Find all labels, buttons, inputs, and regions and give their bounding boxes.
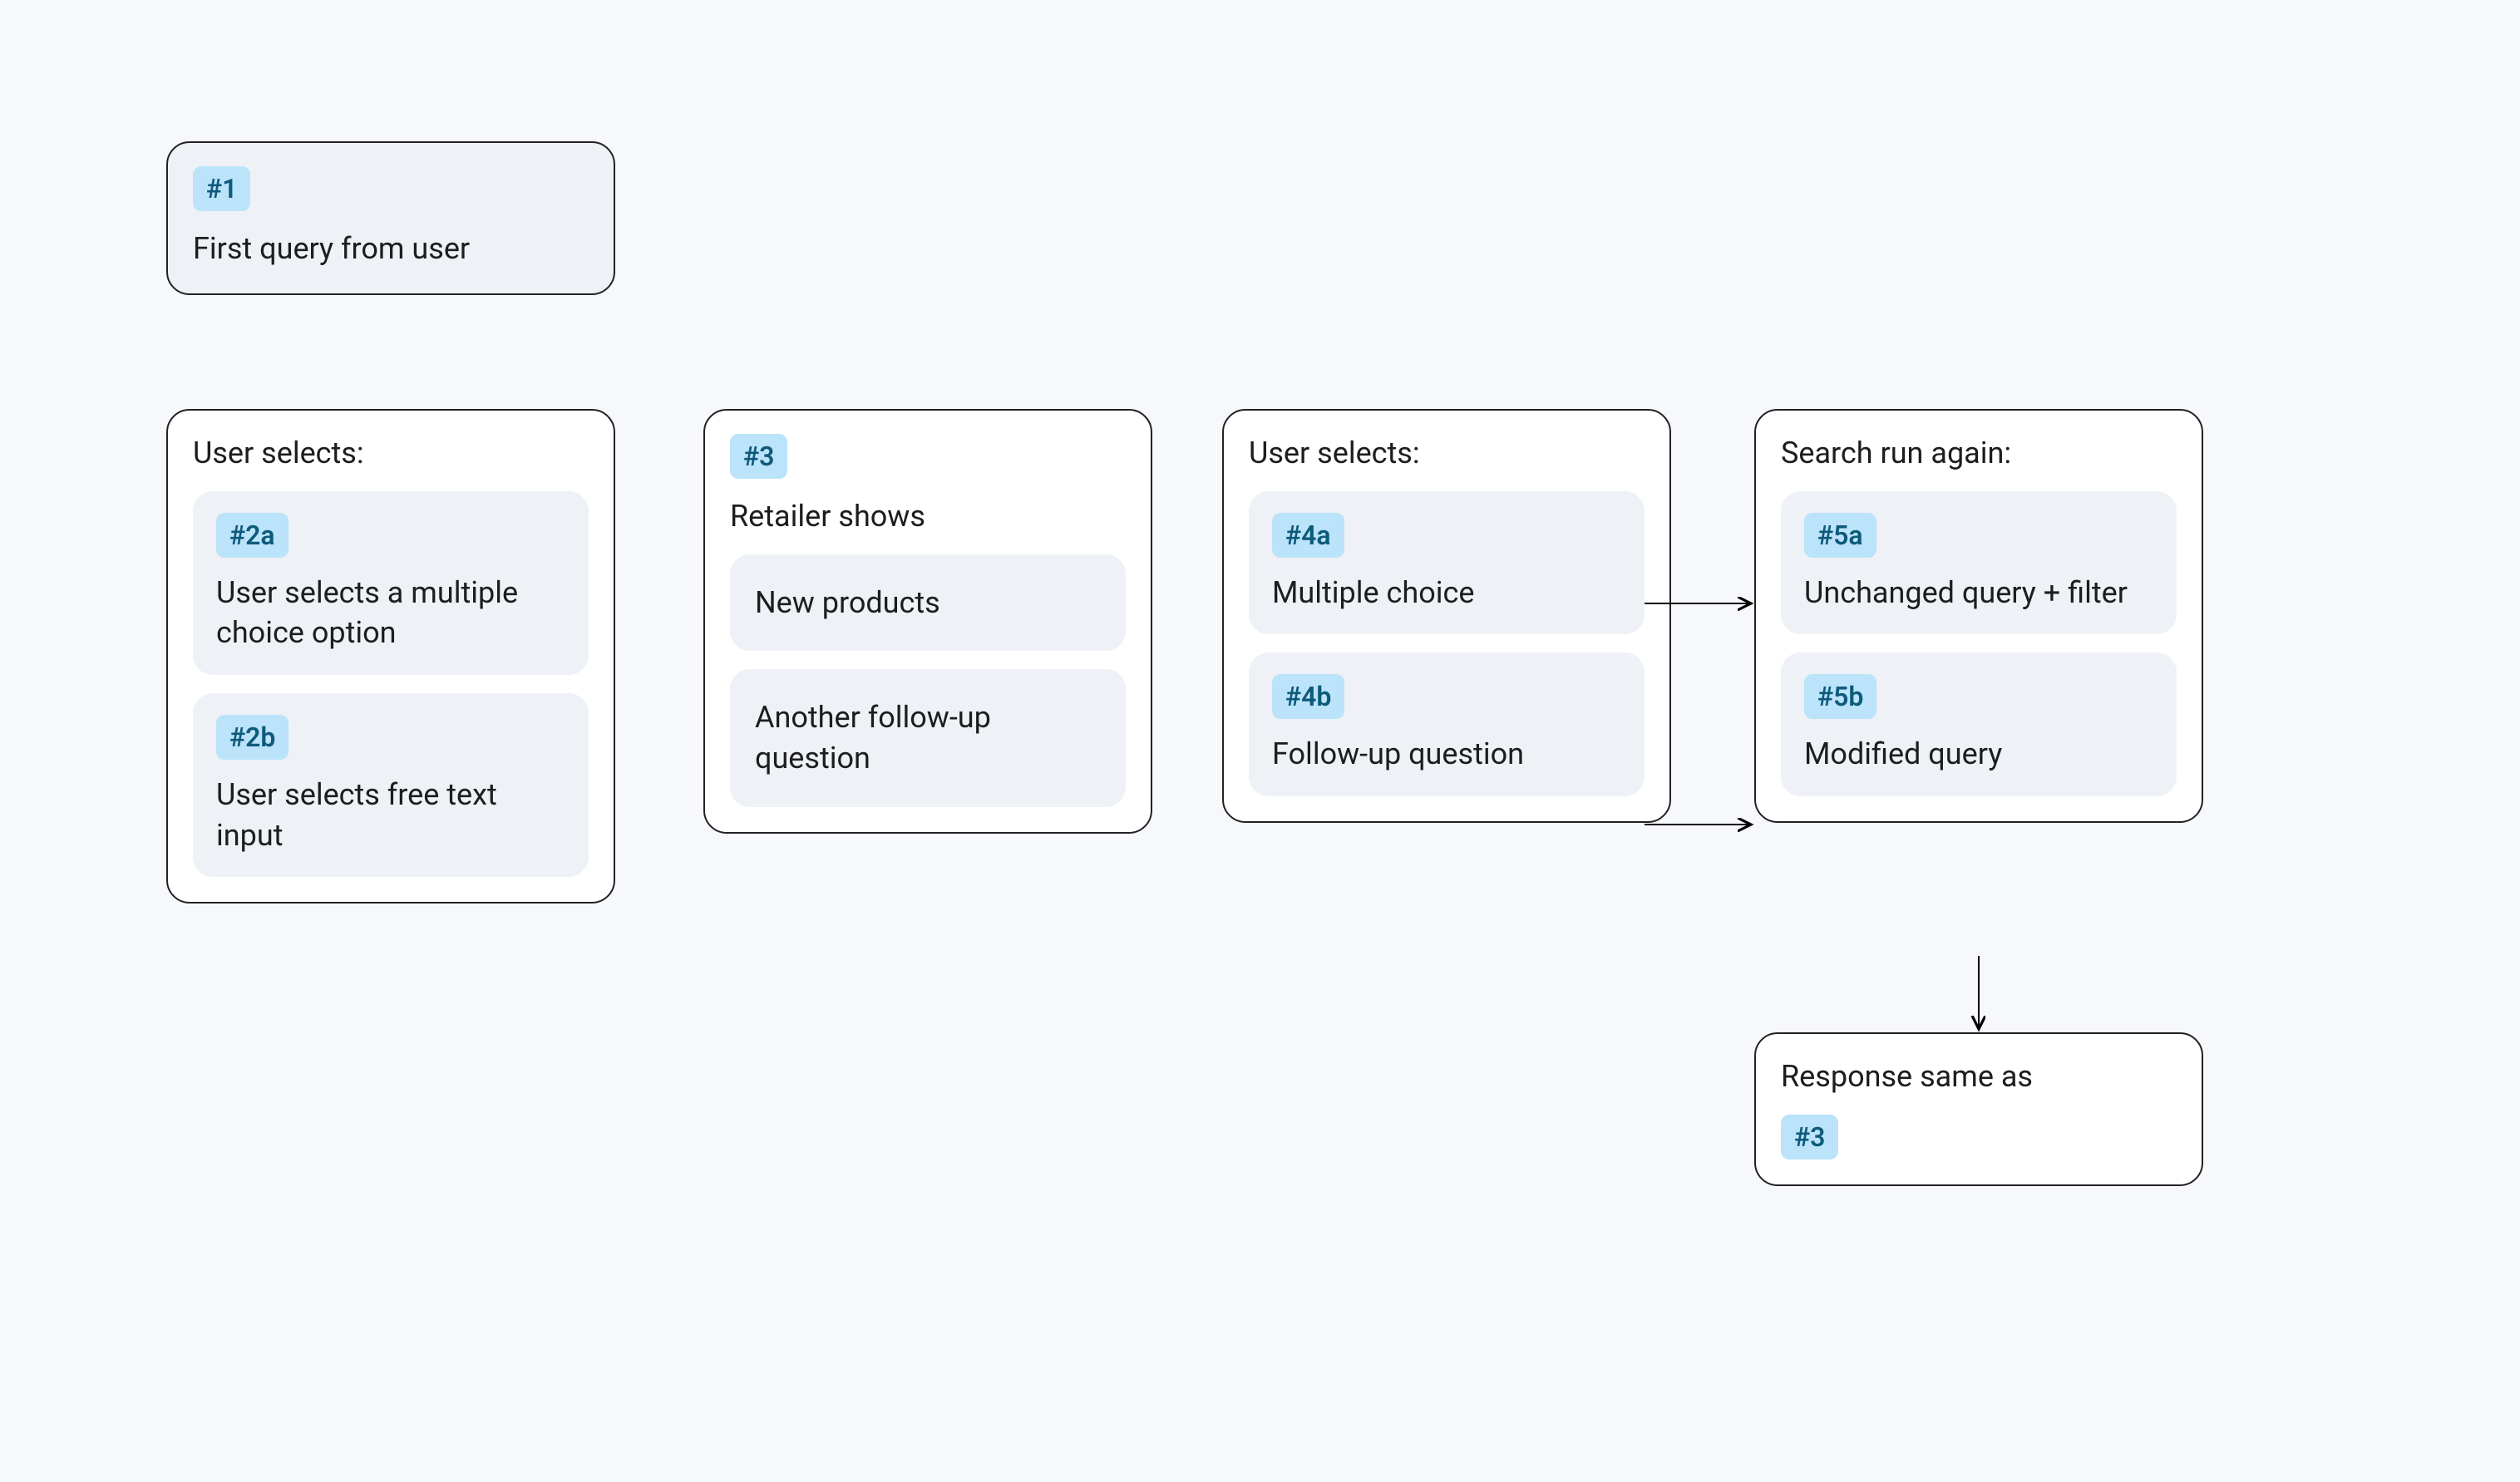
badge-1: #1 (193, 166, 250, 211)
badge-5a: #5a (1804, 513, 1876, 558)
node-3b: Another follow-up question (730, 669, 1126, 806)
node-2b-text: User selects free text input (216, 775, 565, 855)
node-4a: #4a Multiple choice (1249, 491, 1645, 635)
node-first-query: #1 First query from user (166, 141, 615, 295)
node-2b: #2b User selects free text input (193, 693, 589, 877)
node-3-title: Retailer shows (730, 497, 1126, 536)
node-1-text: First query from user (193, 229, 589, 268)
arrow-5-to-6 (1962, 956, 1995, 1039)
badge-2a: #2a (216, 513, 288, 558)
badge-6-ref3: #3 (1781, 1115, 1838, 1160)
node-response-same-as: Response same as #3 (1754, 1032, 2203, 1186)
node-2a-text: User selects a multiple choice option (216, 573, 565, 653)
node-user-selects-2: User selects: #4a Multiple choice #4b Fo… (1222, 409, 1671, 823)
node-5b-text: Modified query (1804, 734, 2153, 775)
diagram-canvas: #1 First query from user User selects: #… (0, 0, 2520, 1482)
node-5-title: Search run again: (1781, 434, 2177, 473)
node-4b: #4b Follow-up question (1249, 652, 1645, 796)
node-4-title: User selects: (1249, 434, 1645, 473)
node-6-title: Response same as (1781, 1057, 2177, 1096)
node-4b-text: Follow-up question (1272, 734, 1621, 775)
badge-4a: #4a (1272, 513, 1344, 558)
node-3b-text: Another follow-up question (755, 697, 1101, 778)
badge-5b: #5b (1804, 674, 1876, 719)
node-5a: #5a Unchanged query + filter (1781, 491, 2177, 635)
node-2-title: User selects: (193, 434, 589, 473)
node-5b: #5b Modified query (1781, 652, 2177, 796)
node-search-run-again: Search run again: #5a Unchanged query + … (1754, 409, 2203, 823)
node-2a: #2a User selects a multiple choice optio… (193, 491, 589, 675)
node-3a: New products (730, 554, 1126, 652)
node-user-selects-1: User selects: #2a User selects a multipl… (166, 409, 615, 903)
node-5a-text: Unchanged query + filter (1804, 573, 2153, 613)
badge-2b: #2b (216, 715, 288, 760)
node-3a-text: New products (755, 583, 1101, 623)
node-4a-text: Multiple choice (1272, 573, 1621, 613)
badge-3: #3 (730, 434, 787, 479)
badge-4b: #4b (1272, 674, 1344, 719)
node-retailer-shows: #3 Retailer shows New products Another f… (703, 409, 1152, 834)
